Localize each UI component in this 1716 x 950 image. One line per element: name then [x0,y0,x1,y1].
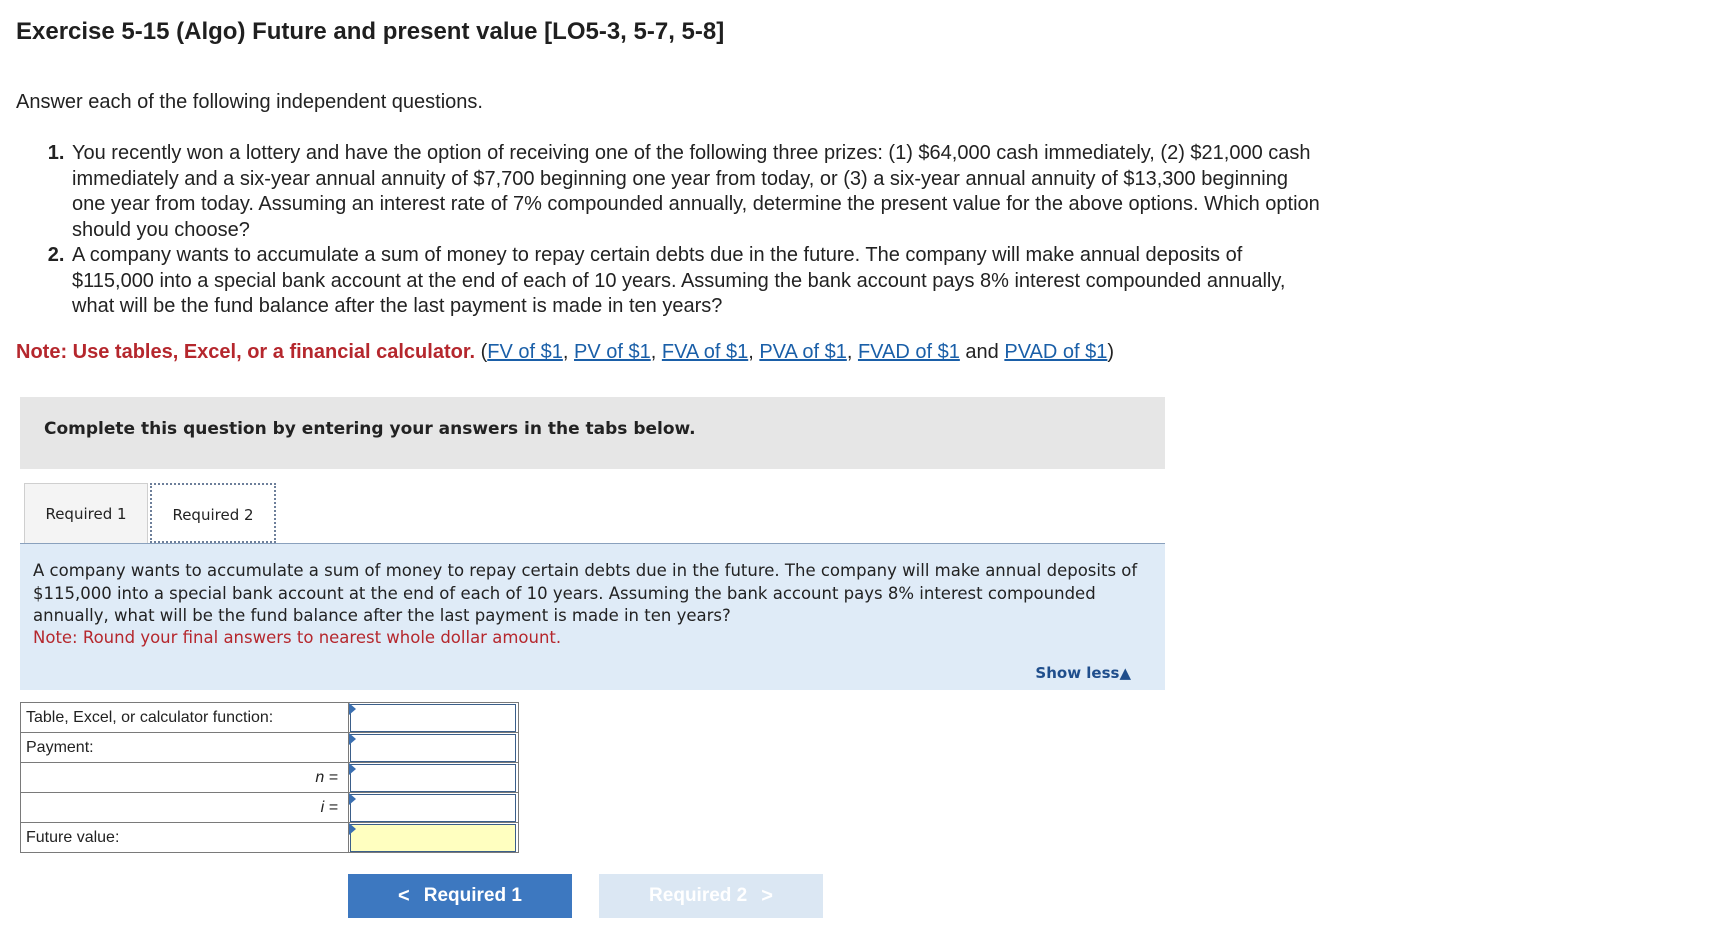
n-label: n = [20,762,349,793]
table-row: i = [20,792,519,823]
link-fva-of-1[interactable]: FVA of $1 [662,341,748,363]
payment-input[interactable] [350,733,516,762]
table-row: Payment: [20,732,519,763]
prev-button-label: Required 1 [423,885,522,906]
rounding-note: Note: Round your final answers to neares… [33,628,562,647]
function-label: Table, Excel, or calculator function: [20,702,349,733]
link-pvad-of-1[interactable]: PVAD of $1 [1004,341,1107,363]
exercise-title: Exercise 5-15 (Algo) Future and present … [16,18,725,45]
next-required-2-button[interactable]: Required 2 > [599,874,823,918]
page: Exercise 5-15 (Algo) Future and present … [0,0,1716,950]
calculation-table: Table, Excel, or calculator function: Pa… [20,702,519,853]
table-row: n = [20,762,519,793]
i-input[interactable] [350,793,516,822]
tables-note: Note: Use tables, Excel, or a financial … [16,341,1115,363]
intro-text: Answer each of the following independent… [16,91,483,113]
panel-question-text: A company wants to accumulate a sum of m… [33,561,1138,625]
chevron-right-icon: > [761,884,773,907]
link-pva-of-1[interactable]: PVA of $1 [759,341,846,363]
function-input[interactable] [350,703,516,732]
future-value-label: Future value: [20,822,349,853]
instructions-banner: Complete this question by entering your … [20,397,1165,469]
note-label: Note: Use tables, Excel, or a financial … [16,341,476,363]
note-and: and [965,341,999,363]
question-item-2: A company wants to accumulate a sum of m… [70,243,1320,320]
question-panel: A company wants to accumulate a sum of m… [20,544,1165,690]
link-fvad-of-1[interactable]: FVAD of $1 [858,341,960,363]
tab-required-1[interactable]: Required 1 [24,483,148,543]
payment-label: Payment: [20,732,349,763]
i-label: i = [20,792,349,823]
question-item-1: You recently won a lottery and have the … [70,141,1320,243]
tab-bar: Required 1 Required 2 [20,469,1165,543]
input-marker-icon [349,703,356,715]
input-marker-icon [349,763,356,775]
prev-required-1-button[interactable]: < Required 1 [348,874,572,918]
table-row: Future value: [20,822,519,853]
tab-required-2[interactable]: Required 2 [150,483,276,543]
link-fv-of-1[interactable]: FV of $1 [487,341,563,363]
input-marker-icon [349,733,356,745]
next-button-label: Required 2 [649,885,748,906]
input-marker-icon [349,823,356,835]
instructions-text: Complete this question by entering your … [44,419,696,439]
n-input[interactable] [350,763,516,792]
chevron-left-icon: < [398,884,410,907]
link-pv-of-1[interactable]: PV of $1 [574,341,651,363]
show-less-button[interactable]: Show less▲ [1035,664,1131,682]
table-row: Table, Excel, or calculator function: [20,702,519,733]
question-list: You recently won a lottery and have the … [46,141,1320,320]
future-value-input[interactable] [350,823,516,852]
input-marker-icon [349,793,356,805]
